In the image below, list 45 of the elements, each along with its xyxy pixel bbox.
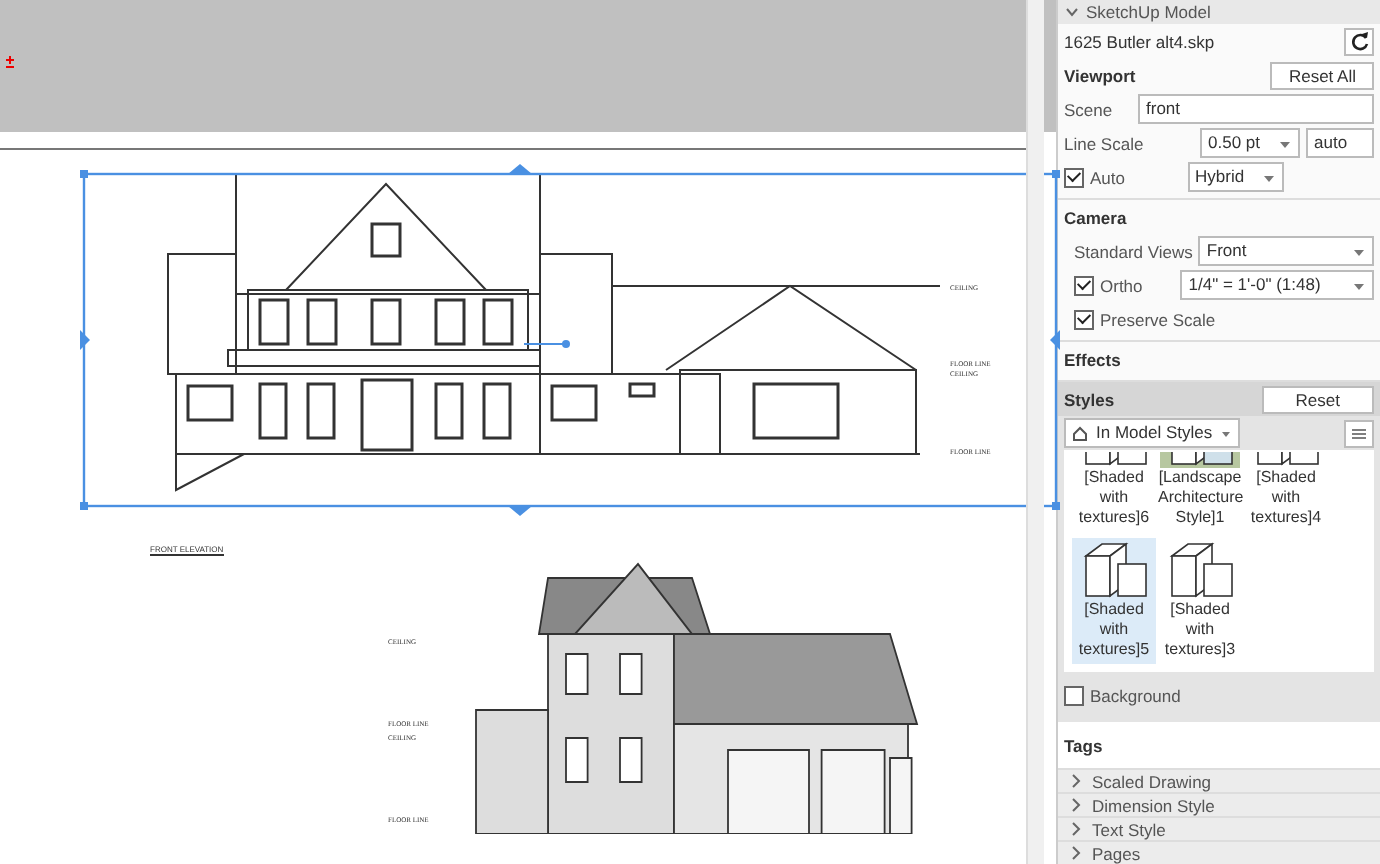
list-view-button[interactable] bbox=[1344, 419, 1374, 447]
section-title: Effects bbox=[1064, 349, 1121, 369]
reset-all-button[interactable]: Reset All bbox=[1270, 61, 1374, 89]
selection-frame[interactable] bbox=[80, 160, 1060, 520]
collapsed-panel-header[interactable]: Scaled Drawing bbox=[1058, 768, 1380, 792]
checkbox-label: Auto bbox=[1090, 167, 1125, 187]
refresh-icon bbox=[1349, 31, 1369, 51]
reset-button[interactable]: Reset bbox=[1261, 385, 1374, 413]
checkbox-label: Background bbox=[1090, 685, 1181, 705]
list-icon bbox=[1352, 427, 1366, 439]
origin-marker-icon bbox=[4, 56, 16, 68]
collapsed-panel-header[interactable]: Text Style bbox=[1058, 816, 1380, 840]
section-title: Tags bbox=[1064, 735, 1103, 755]
ortho-checkbox[interactable] bbox=[1074, 275, 1094, 295]
style-thumbnail[interactable]: [Shaded with textures]5 bbox=[1072, 537, 1156, 664]
collapsed-panel-header[interactable]: Pages bbox=[1058, 840, 1380, 864]
section-title: Styles bbox=[1064, 389, 1115, 409]
tray-header[interactable]: SketchUp Model bbox=[1058, 0, 1380, 24]
checkbox-label: Ortho bbox=[1100, 275, 1143, 295]
style-thumbnail[interactable]: [Shaded with textures]4 bbox=[1244, 450, 1328, 533]
checkbox-label: Preserve Scale bbox=[1100, 309, 1216, 329]
line-scale-dropdown[interactable]: 0.50 pt bbox=[1200, 128, 1300, 158]
file-name: 1625 Butler alt4.skp bbox=[1064, 31, 1215, 51]
chevron-icon bbox=[1066, 6, 1078, 18]
vertical-scrollbar[interactable] bbox=[1026, 0, 1044, 864]
ortho-scale-dropdown[interactable]: 1/4" = 1'-0" (1:48) bbox=[1180, 270, 1374, 300]
house-icon bbox=[1072, 425, 1088, 441]
style-collection-dropdown[interactable]: In Model Styles bbox=[1064, 418, 1241, 448]
background-checkbox[interactable] bbox=[1064, 685, 1084, 705]
collapsed-panel-header[interactable]: Dimension Style bbox=[1058, 792, 1380, 816]
refresh-button[interactable] bbox=[1344, 27, 1374, 55]
line-scale-mode-field[interactable]: auto bbox=[1306, 128, 1374, 158]
section-title: Viewport bbox=[1064, 65, 1136, 85]
field-label: Standard Views bbox=[1074, 241, 1193, 261]
standard-views-dropdown[interactable]: Front bbox=[1198, 236, 1374, 266]
style-thumbnail[interactable]: [Shaded with textures]3 bbox=[1158, 537, 1242, 664]
preserve-scale-checkbox[interactable] bbox=[1074, 309, 1094, 329]
auto-checkbox[interactable] bbox=[1064, 167, 1084, 187]
auto-mode-dropdown[interactable]: Hybrid bbox=[1187, 162, 1285, 192]
field-label: Scene bbox=[1064, 99, 1113, 119]
style-thumbnail[interactable]: [Shaded with textures]6 bbox=[1072, 450, 1156, 533]
section-title: Camera bbox=[1064, 207, 1127, 227]
field-label: Line Scale bbox=[1064, 133, 1144, 153]
style-thumbnail[interactable]: [Landscape Architecture Style]1 bbox=[1158, 450, 1242, 533]
scene-field[interactable]: front bbox=[1138, 94, 1374, 124]
